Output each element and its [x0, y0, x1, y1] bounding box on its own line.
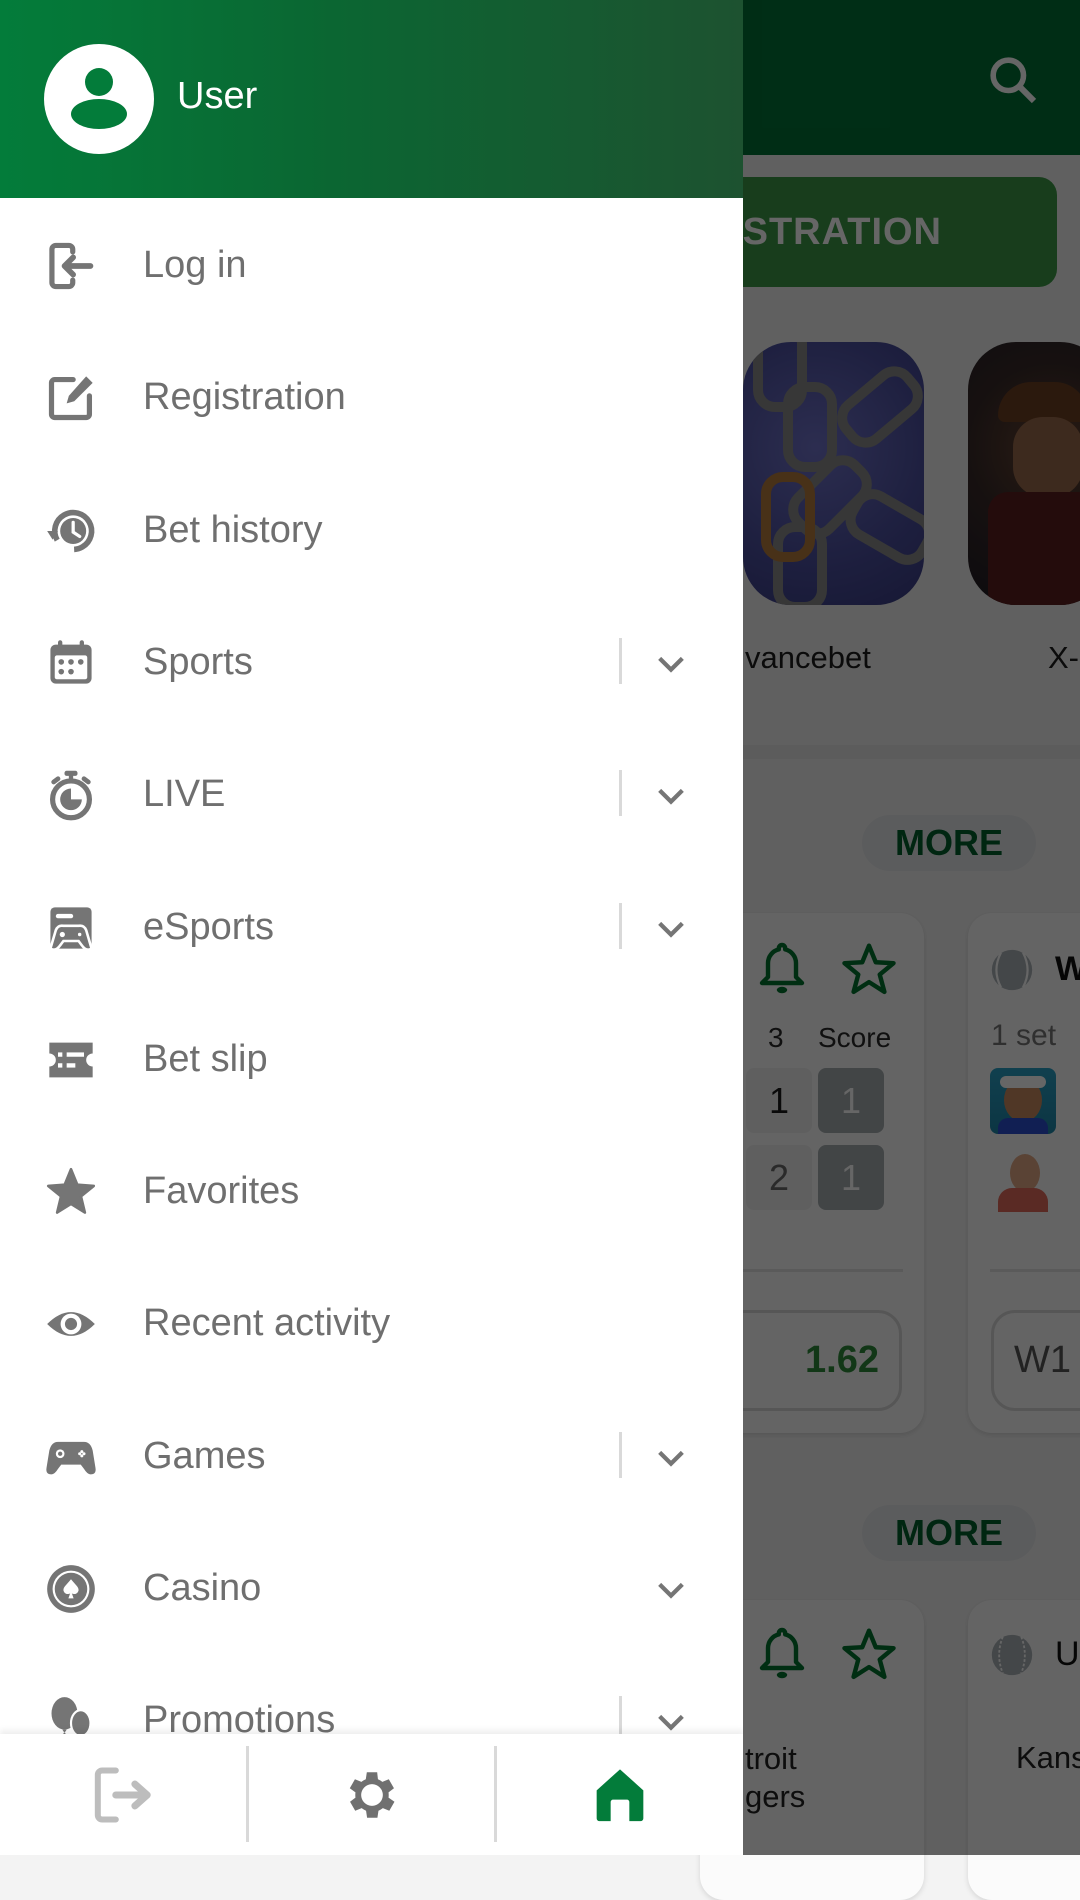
- menu-item-games[interactable]: Games: [0, 1391, 743, 1523]
- home-button[interactable]: [496, 1734, 743, 1855]
- menu-item-label: LIVE: [143, 773, 226, 816]
- stopwatch-icon: [49, 770, 93, 821]
- user-avatar-icon: [71, 68, 127, 129]
- menu-item-label: Bet slip: [143, 1037, 268, 1080]
- esports-icon: [48, 906, 94, 951]
- calendar-icon: [50, 640, 92, 684]
- menu-item-divider: [619, 1431, 622, 1478]
- menu-item-divider: [619, 902, 622, 949]
- edit-icon: [48, 376, 93, 421]
- menu-item-label: Favorites: [143, 1170, 300, 1213]
- menu-item-label: Log in: [143, 244, 247, 286]
- ticket-icon: [49, 1042, 93, 1078]
- menu-item-divider: [619, 770, 622, 817]
- chevron-down-icon[interactable]: [654, 1573, 688, 1607]
- menu-item-esports[interactable]: eSports: [0, 862, 743, 994]
- gamepad-icon: [46, 1441, 96, 1475]
- menu-item-bet-history[interactable]: Bet history: [0, 465, 743, 597]
- user-avatar[interactable]: [44, 44, 154, 154]
- menu-item-label: Recent activity: [143, 1302, 391, 1345]
- gear-icon: [349, 1771, 394, 1818]
- menu-item-label: Bet history: [143, 508, 323, 551]
- user-name: User: [177, 75, 258, 117]
- menu-item-live[interactable]: LIVE: [0, 729, 743, 861]
- logout-icon: [94, 1766, 151, 1823]
- menu-item-sports[interactable]: Sports: [0, 597, 743, 729]
- logout-button[interactable]: [0, 1734, 247, 1855]
- settings-button[interactable]: [248, 1734, 495, 1855]
- menu-item-label: Registration: [143, 376, 346, 419]
- menu-item-label: Casino: [143, 1567, 262, 1609]
- menu-item-favorites[interactable]: Favorites: [0, 1126, 743, 1258]
- login-icon: [49, 242, 94, 290]
- chevron-down-icon[interactable]: [654, 912, 688, 946]
- menu-item-recent-activity[interactable]: Recent activity: [0, 1258, 743, 1390]
- menu-item-label: eSports: [143, 905, 274, 948]
- menu-item-log-in[interactable]: Log in: [0, 200, 743, 332]
- menu-item-divider: [619, 637, 622, 684]
- navigation-drawer: User Log in Registration Bet history Sports…: [0, 0, 743, 1855]
- menu-item-casino[interactable]: Casino: [0, 1523, 743, 1655]
- home-icon: [596, 1768, 643, 1821]
- history-icon: [47, 509, 95, 552]
- eye-icon: [47, 1312, 95, 1337]
- chevron-down-icon[interactable]: [654, 647, 688, 681]
- chevron-down-icon[interactable]: [654, 779, 688, 813]
- chevron-down-icon[interactable]: [654, 1441, 688, 1475]
- menu-item-label: Sports: [143, 640, 253, 683]
- menu-item-label: Games: [143, 1434, 266, 1477]
- drawer-bottom-bar: [0, 1734, 743, 1855]
- menu-item-bet-slip[interactable]: Bet slip: [0, 994, 743, 1126]
- casino-chip-icon: [47, 1565, 95, 1613]
- drawer-header: User: [0, 0, 743, 198]
- menu-item-registration[interactable]: Registration: [0, 332, 743, 464]
- star-icon: [46, 1168, 96, 1214]
